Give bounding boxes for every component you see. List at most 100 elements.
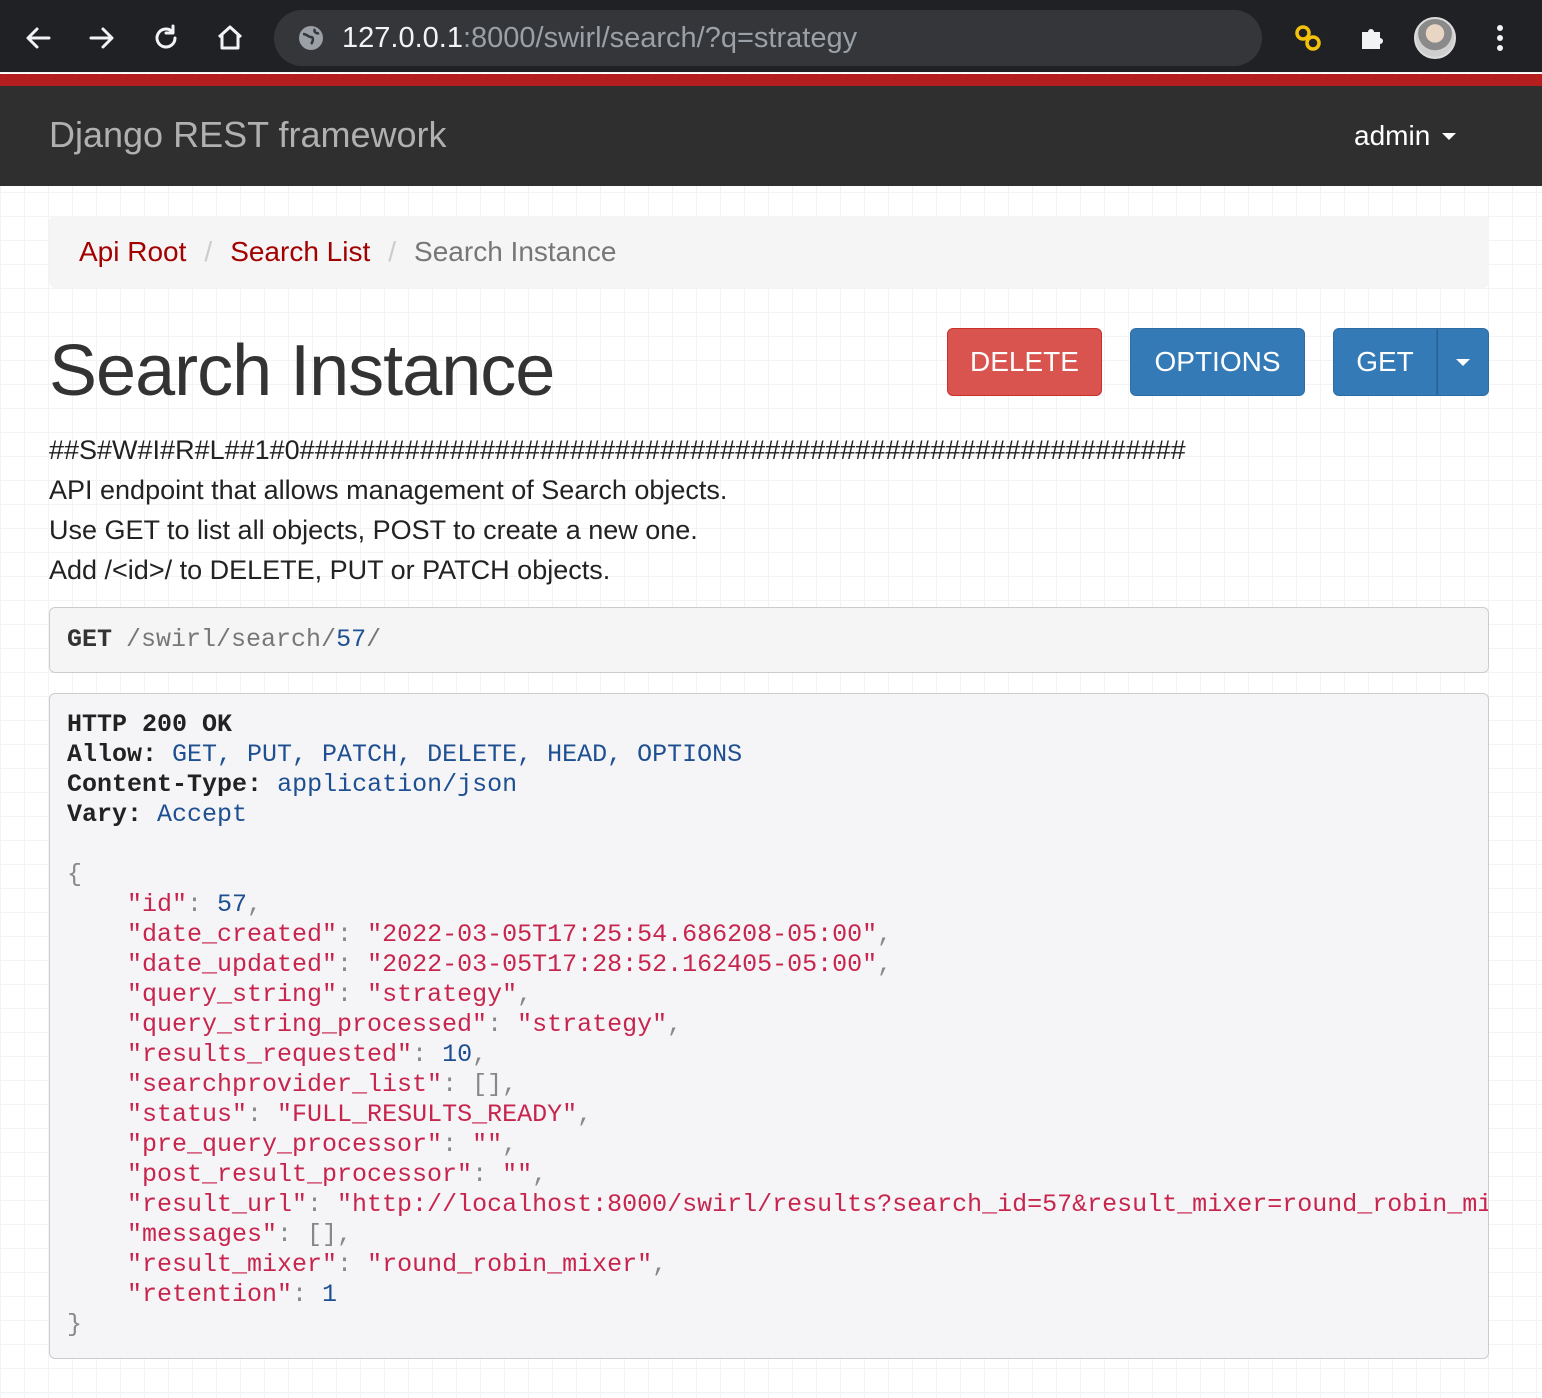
json-value: "" [502, 1160, 533, 1189]
json-body: "id": 57, "date_created": "2022-03-05T17:… [67, 890, 1488, 1310]
json-value: [] [307, 1220, 338, 1249]
json-field-line: "pre_query_processor": "", [67, 1130, 1488, 1160]
json-value: "FULL_RESULTS_READY" [277, 1100, 578, 1129]
json-key: "date_created" [127, 920, 338, 949]
get-button[interactable]: GET [1333, 328, 1437, 396]
json-comma: , [502, 1070, 518, 1099]
json-colon: : [442, 1070, 473, 1099]
json-colon: : [337, 920, 368, 949]
json-comma: , [667, 1010, 683, 1039]
json-colon: : [442, 1130, 473, 1159]
json-comma: , [532, 1160, 548, 1189]
json-field-line: "id": 57, [67, 890, 1488, 920]
json-colon: : [292, 1280, 323, 1309]
json-field-line: "messages": [], [67, 1220, 1488, 1250]
json-close-brace: } [67, 1310, 83, 1339]
header-value: Accept [157, 800, 248, 829]
json-value: "2022-03-05T17:25:54.686208-05:00" [367, 920, 878, 949]
address-bar[interactable]: 127.0.0.1:8000/swirl/search/?q=strategy [274, 10, 1262, 66]
brand-link[interactable]: Django REST framework [49, 114, 446, 156]
description-line: ##S#W#I#R#L##1#0########################… [49, 435, 1186, 465]
json-value: 57 [217, 890, 248, 919]
breadcrumb-separator: / [204, 236, 213, 267]
json-colon: : [412, 1040, 443, 1069]
top-navbar: Django REST framework admin [0, 86, 1542, 186]
request-path-trailing: / [366, 625, 382, 654]
json-comma: , [877, 950, 893, 979]
json-key: "query_string_processed" [127, 1010, 488, 1039]
header-value: application/json [277, 770, 518, 799]
description-line: Add /<id>/ to DELETE, PUT or PATCH objec… [49, 555, 611, 585]
browser-toolbar: 127.0.0.1:8000/swirl/search/?q=strategy [0, 0, 1542, 72]
breadcrumb-active: Search Instance [414, 236, 617, 267]
breadcrumb: Api Root / Search List / Search Instance [49, 216, 1489, 288]
json-field-line: "result_mixer": "round_robin_mixer", [67, 1250, 1488, 1280]
response-status: HTTP 200 OK [67, 710, 233, 739]
request-id: 57 [336, 625, 367, 654]
chevron-down-icon [1456, 358, 1470, 366]
json-value: 1 [322, 1280, 338, 1309]
json-comma: , [517, 980, 533, 1009]
json-colon: : [487, 1010, 518, 1039]
get-format-dropdown-toggle[interactable] [1437, 328, 1489, 396]
menu-kebab-icon[interactable] [1478, 16, 1522, 60]
url-text[interactable]: 127.0.0.1:8000/swirl/search/?q=strategy [342, 22, 857, 55]
header-key: Content-Type: [67, 770, 263, 799]
response-header: Vary: Accept [67, 800, 1488, 830]
json-key: "result_url" [127, 1190, 308, 1219]
globe-icon[interactable] [296, 23, 326, 53]
json-comma: , [337, 1220, 353, 1249]
json-key: "post_result_processor" [127, 1160, 473, 1189]
json-field-line: "result_url": "http://localhost:8000/swi… [67, 1190, 1488, 1220]
json-value: "round_robin_mixer" [367, 1250, 653, 1279]
json-field-line: "searchprovider_list": [], [67, 1070, 1488, 1100]
request-method: GET [67, 625, 113, 654]
user-name: admin [1354, 120, 1431, 151]
header-key: Vary: [67, 800, 143, 829]
json-key: "result_mixer" [127, 1250, 338, 1279]
json-comma: , [577, 1100, 593, 1129]
json-field-line: "query_string": "strategy", [67, 980, 1488, 1010]
json-key: "id" [127, 890, 188, 919]
json-key: "pre_query_processor" [127, 1130, 443, 1159]
json-colon: : [472, 1160, 503, 1189]
json-value: "2022-03-05T17:28:52.162405-05:00" [367, 950, 878, 979]
json-colon: : [337, 950, 368, 979]
chevron-down-icon [1442, 132, 1457, 140]
json-colon: : [187, 890, 218, 919]
profile-avatar[interactable] [1414, 17, 1456, 59]
extension-link-icon[interactable] [1286, 16, 1330, 60]
json-colon: : [277, 1220, 308, 1249]
json-value: "strategy" [367, 980, 518, 1009]
json-field-line: "date_created": "2022-03-05T17:25:54.686… [67, 920, 1488, 950]
user-dropdown[interactable]: admin [1354, 120, 1457, 152]
json-key: "messages" [127, 1220, 278, 1249]
breadcrumb-api-root[interactable]: Api Root [79, 236, 186, 268]
json-field-line: "results_requested": 10, [67, 1040, 1488, 1070]
json-value: 10 [442, 1040, 473, 1069]
delete-button[interactable]: DELETE [947, 328, 1102, 396]
json-field-line: "date_updated": "2022-03-05T17:28:52.162… [67, 950, 1488, 980]
breadcrumb-search-list[interactable]: Search List [230, 236, 370, 268]
response-header: Content-Type: application/json [67, 770, 1488, 800]
json-comma: , [472, 1040, 488, 1069]
json-key: "searchprovider_list" [127, 1070, 443, 1099]
options-button[interactable]: OPTIONS [1130, 328, 1305, 396]
json-key: "results_requested" [127, 1040, 413, 1069]
json-key: "date_updated" [127, 950, 338, 979]
json-colon: : [307, 1190, 338, 1219]
json-value: "" [472, 1130, 503, 1159]
json-comma: , [877, 920, 893, 949]
back-icon[interactable] [16, 16, 60, 60]
forward-icon[interactable] [80, 16, 124, 60]
endpoint-description: ##S#W#I#R#L##1#0########################… [49, 430, 1186, 590]
reload-icon[interactable] [144, 16, 188, 60]
description-line: Use GET to list all objects, POST to cre… [49, 515, 698, 545]
page-title: Search Instance [49, 331, 555, 411]
home-icon[interactable] [208, 16, 252, 60]
url-host: 127.0.0.1 [342, 21, 463, 54]
response-info: HTTP 200 OK Allow: GET, PUT, PATCH, DELET… [49, 693, 1489, 1359]
json-field-line: "post_result_processor": "", [67, 1160, 1488, 1190]
extensions-puzzle-icon[interactable] [1350, 16, 1394, 60]
